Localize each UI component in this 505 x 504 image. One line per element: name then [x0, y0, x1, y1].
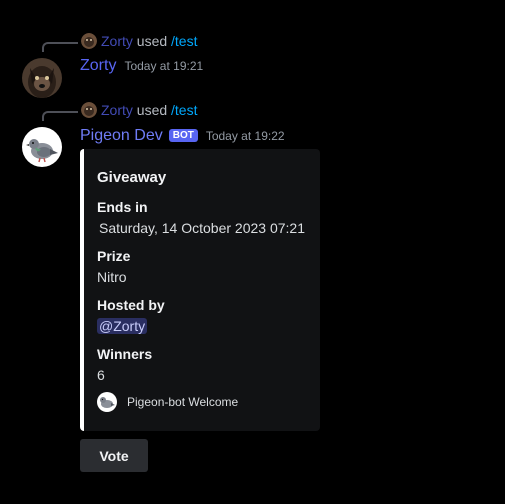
footer-text: Pigeon-bot Welcome [127, 395, 239, 409]
pigeon-avatar-icon[interactable] [22, 127, 62, 167]
embed-title: Giveaway [97, 169, 167, 186]
reply-reference[interactable]: Zorty used /test [101, 102, 198, 118]
reply-used-label: used [136, 33, 168, 49]
message-author[interactable]: Pigeon Dev [80, 127, 163, 145]
reply-username[interactable]: Zorty [101, 33, 133, 49]
field-value-ends-in: Saturday, 14 October 2023 07:21 [99, 220, 305, 236]
field-name-winners: Winners [97, 346, 153, 362]
reply-command[interactable]: /test [171, 33, 197, 49]
embed-footer: Pigeon-bot Welcome [97, 392, 238, 412]
reply-spine [42, 111, 78, 121]
field-name-prize: Prize [97, 248, 131, 264]
reply-spine [42, 42, 78, 52]
field-value-prize: Nitro [97, 269, 127, 285]
pigeon-footer-icon [97, 392, 117, 412]
reply-reference[interactable]: Zorty used /test [101, 33, 198, 49]
user-mention[interactable]: @Zorty [97, 318, 148, 334]
dog-avatar-icon[interactable] [22, 58, 62, 98]
bot-badge: BOT [168, 129, 198, 142]
message-timestamp[interactable]: Today at 19:21 [124, 59, 203, 73]
vote-button[interactable]: Vote [80, 439, 148, 472]
field-name-ends-in: Ends in [97, 199, 148, 215]
reply-avatar-icon[interactable] [81, 102, 97, 118]
reply-used-label: used [136, 102, 168, 118]
giveaway-embed: Giveaway Ends in Saturday, 14 October 20… [80, 149, 320, 431]
reply-username[interactable]: Zorty [101, 102, 133, 118]
field-value-winners: 6 [97, 367, 105, 383]
message-author[interactable]: Zorty [80, 57, 116, 75]
field-value-hosted-by: @Zorty [97, 318, 148, 334]
message-header: Pigeon Dev BOT Today at 19:22 [80, 127, 285, 145]
chat-view: Zorty used /test Zorty Today at 19:21 Zo… [0, 0, 505, 504]
field-name-hosted-by: Hosted by [97, 297, 165, 313]
reply-command[interactable]: /test [171, 102, 197, 118]
reply-avatar-icon[interactable] [81, 33, 97, 49]
message-timestamp[interactable]: Today at 19:22 [206, 129, 285, 143]
message-header: Zorty Today at 19:21 [80, 57, 203, 75]
